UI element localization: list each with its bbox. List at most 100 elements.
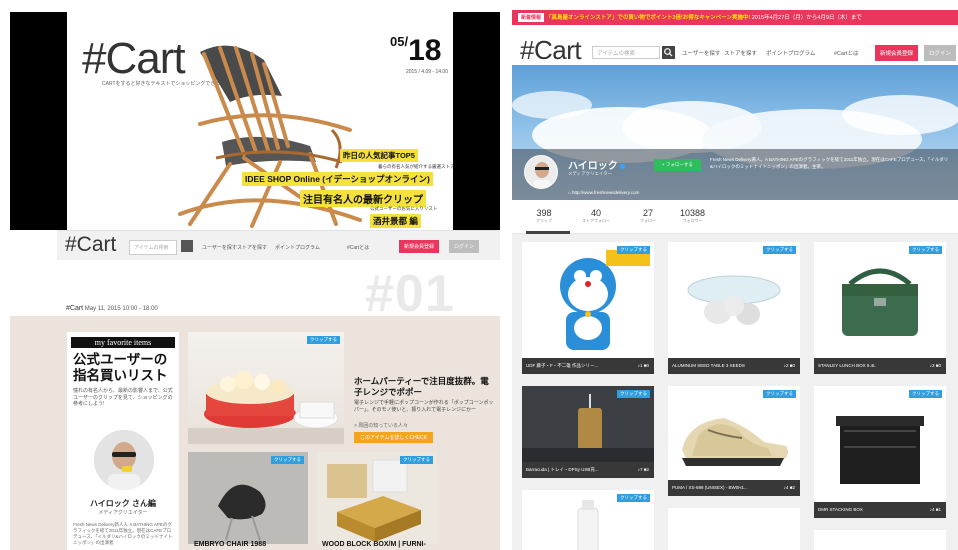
wood-block-photo[interactable]: クリップする [317, 452, 437, 544]
clip-button[interactable]: クリップする [909, 246, 942, 254]
left-nav-users[interactable]: ユーザーを探す [202, 244, 237, 251]
favorite-user-role: メディアクリエイター [98, 510, 148, 516]
profile-url-text[interactable]: http://www.freshnewsdelivery.com [572, 190, 639, 195]
right-nav-points[interactable]: ポイントプログラム [766, 49, 815, 57]
clip-button[interactable]: クリップする [909, 390, 942, 398]
clip-button[interactable]: クリップする [763, 390, 796, 398]
favorite-user-name[interactable]: ハイロック さん編 [67, 498, 179, 509]
hero-date-month: 05/ [390, 34, 409, 49]
clip-card[interactable]: クリップする Barracuda | トレイ・DPSy USB充... ♪7 ■2 [522, 386, 654, 478]
verified-icon [619, 164, 625, 169]
right-nav-users[interactable]: ユーザーを探す [682, 49, 720, 57]
profile-name: ハイロック [568, 157, 625, 172]
left-nav-logo[interactable]: #Cart [65, 233, 116, 257]
clip-card[interactable]: クリップする [522, 490, 654, 550]
profile-url[interactable]: ⌂ http://www.freshnewsdelivery.com [568, 190, 639, 195]
feature-section: my favorite items 公式ユーザーの指名買いリスト 憧れの有名人か… [10, 316, 500, 550]
hero-date-subtitle: 2015 / 4.09 - 14.00 [406, 69, 448, 75]
stat-follows-count: 27 [642, 208, 653, 218]
issue-number: #01 [365, 265, 455, 323]
left-nav-points[interactable]: ポイントプログラム [275, 244, 320, 251]
embryo-chair-photo[interactable]: クリップする [188, 452, 308, 544]
clip-button[interactable]: クリップする [617, 390, 650, 398]
card-meta: ♪1 ■0 [637, 363, 649, 368]
left-login-button[interactable]: ログイン [449, 240, 480, 253]
announcement-date: 2015年4月27日（月）から4月9日（木）まで [750, 15, 862, 21]
clip-card[interactable]: クリップする ALUMINUM SEED TABLE 3 SEEDS ♪2 ■0 [668, 242, 800, 374]
clip-button[interactable]: クリップする [271, 456, 304, 464]
card-meta: ♪4 ■2 [783, 485, 795, 490]
profile-bio: Fresh News Delivery著人。A BATHING APEのグラフィ… [710, 157, 949, 169]
right-nav-stores[interactable]: ストアを探す [724, 49, 757, 57]
clip-card[interactable]: クリップする PUMA / XS-698 (UNISEX) - BW0H1...… [668, 386, 800, 496]
feature-link[interactable]: > 周囲の知っている人々 [354, 422, 408, 429]
card-title: DMR STACKING BOX [818, 507, 863, 512]
breadcrumb: #Cart May 11, 2015 10:00 - 18:00 [66, 305, 158, 312]
left-nav-about[interactable]: #Cartとは [347, 244, 369, 251]
lunch-box-image [814, 242, 946, 358]
stat-follows[interactable]: 27 フォロー [640, 208, 656, 224]
right-nav-logo[interactable]: #Cart [520, 35, 582, 66]
hero-banner[interactable]: #Cart CARTをすると好きなテキストでショッピングできる 05/18 20… [10, 12, 500, 230]
stat-followers-count: 10388 [680, 208, 706, 218]
stat-clips[interactable]: 398 クリップ [536, 208, 552, 224]
person-icon [94, 430, 154, 490]
feature-text: 電子レンジで手軽にポップコーンが作れる「ポップコーンポッパー」。そのモノ使いと、… [354, 400, 494, 413]
favorite-title: 公式ユーザーの指名買いリスト [73, 352, 168, 383]
clip-card[interactable]: クリップする DMR STACKING BOX ♪4 ■1 [814, 386, 946, 518]
clip-button[interactable]: クリップする [307, 336, 340, 344]
feature-check-button[interactable]: このアイテムを詳しくCHECK [354, 432, 434, 443]
caption-wood-block[interactable]: WOOD BLOCK BOX/M | FURNI- [322, 541, 426, 548]
left-register-button[interactable]: 新規会員登録 [399, 240, 440, 253]
profile-avatar[interactable] [524, 155, 558, 189]
right-nav-about[interactable]: #Cartとは [834, 49, 858, 57]
profile-role: メディアクリエイター [568, 171, 613, 176]
stat-store-follows[interactable]: 40 ストアフォロー [582, 208, 610, 224]
clip-card[interactable]: クリップする STANLEY LUNCH BOX 9.4L ♪3 ■0 [814, 242, 946, 374]
clip-button[interactable]: クリップする [400, 456, 433, 464]
hero-line-celebrity[interactable]: 注目有名人の最新クリップ [300, 190, 426, 207]
left-nav-stores[interactable]: ストアを探す [237, 244, 267, 251]
right-search-input[interactable]: アイテムの検索 [592, 46, 660, 59]
favorite-description: 憧れの有名人から、最新の影響人まで、公式ユーザーのクリップを見て、ショッピングの… [73, 388, 173, 407]
follow-button[interactable]: + フォローする [654, 159, 701, 171]
left-search-input[interactable]: アイテムの検索 [129, 240, 177, 255]
right-navbar: #Cart アイテムの検索 ユーザーを探す ストアを探す ポイントプログラム #… [512, 25, 958, 65]
card-meta: ♪2 ■0 [783, 363, 795, 368]
caption-embryo-chair[interactable]: EMBRYO CHAIR 1988 [194, 541, 266, 548]
left-navbar: #Cart アイテムの検索 ユーザーを探す ストアを探す ポイントプログラム #… [57, 230, 500, 260]
favorite-tag: my favorite items [71, 337, 175, 348]
stat-followers[interactable]: 10388 フォロワー [680, 208, 705, 224]
stat-store-follows-label: ストアフォロー [582, 218, 610, 223]
search-icon[interactable] [662, 46, 675, 59]
hero-line-top5[interactable]: 昨日の人気記事TOP5 [340, 149, 418, 162]
popcorn-photo[interactable]: クリップする [188, 332, 344, 444]
crumb-logo[interactable]: #Cart [66, 305, 83, 312]
feature-headline[interactable]: ホームパーティーで注目度抜群。電子レンジでポポー [354, 376, 494, 398]
avatar[interactable] [94, 430, 154, 490]
login-button[interactable]: ログイン [924, 45, 957, 61]
hero-note-1: 暮らの有名人気が紹介する厳選ストア [378, 164, 455, 169]
hero-line-store[interactable]: IDEE SHOP Online (イデーショップオンライン) [242, 172, 433, 186]
popcorn-image [188, 371, 344, 444]
announcement-headline: 「高島屋オンラインストア」での買い物でポイント3倍!お得なキャンペーン実施中! [546, 15, 751, 21]
hero-line-name[interactable]: 酒井景都 編 [370, 214, 421, 228]
announcement-text: 「高島屋オンラインストア」での買い物でポイント3倍!お得なキャンペーン実施中! … [546, 13, 862, 21]
register-button[interactable]: 新規会員登録 [875, 45, 919, 61]
stat-clips-count: 398 [536, 208, 552, 218]
embryo-chair-image [188, 452, 308, 544]
clip-card[interactable]: クリップする UDF 藤子・F・不二雄 作品シリー... ♪1 ■0 [522, 242, 654, 374]
clip-card[interactable] [668, 508, 800, 550]
clip-button[interactable]: クリップする [617, 494, 650, 502]
announcement-badge: 新着情報 [518, 13, 545, 22]
card-caption: DMR STACKING BOX ♪4 ■1 [814, 502, 946, 518]
announcement-bar[interactable]: 新着情報 「高島屋オンラインストア」での買い物でポイント3倍!お得なキャンペーン… [512, 10, 958, 25]
glass-table-image [668, 242, 800, 358]
crumb-date: May 11, 2015 10:00 - 18:00 [84, 306, 158, 312]
card-meta: ♪4 ■1 [929, 507, 941, 512]
clip-button[interactable]: クリップする [763, 246, 796, 254]
left-search-icon[interactable] [181, 240, 193, 252]
sneakers-image [668, 386, 800, 480]
clip-card[interactable] [814, 530, 946, 550]
clip-button[interactable]: クリップする [617, 246, 650, 254]
